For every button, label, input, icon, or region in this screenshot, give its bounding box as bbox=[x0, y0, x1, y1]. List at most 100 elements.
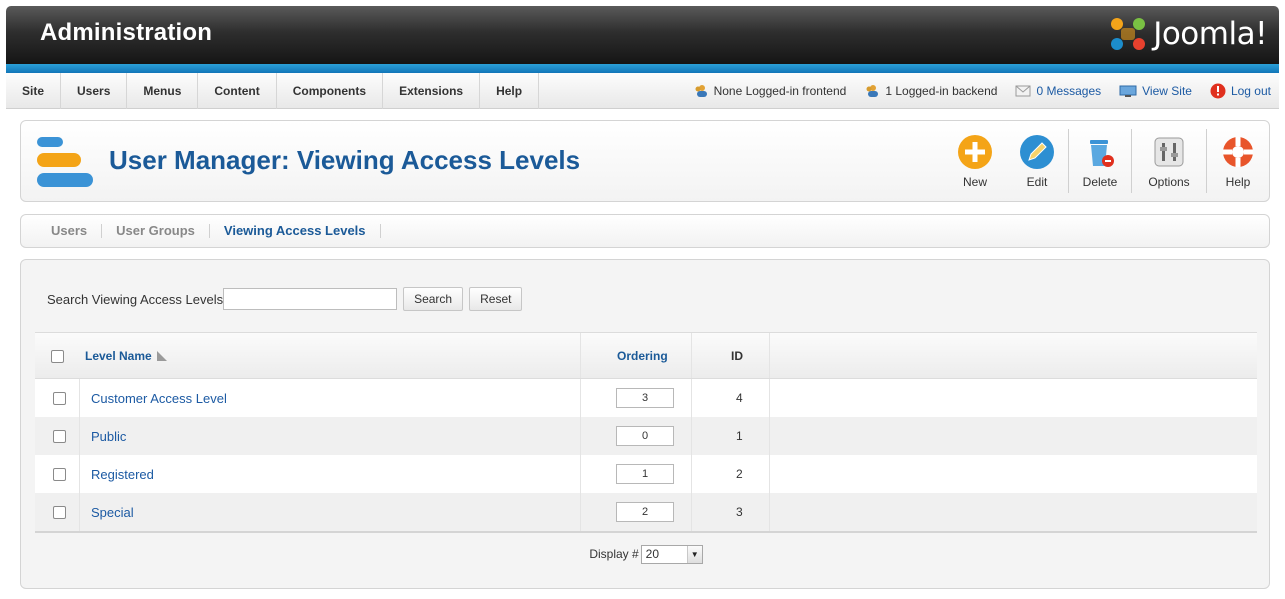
level-name-link[interactable]: Public bbox=[91, 429, 126, 444]
joomla-logo-text: Joomla! bbox=[1153, 16, 1267, 52]
display-limit-value: 20 bbox=[645, 547, 660, 561]
edit-label: Edit bbox=[1026, 175, 1048, 189]
display-label: Display # bbox=[589, 547, 639, 561]
select-all-checkbox[interactable] bbox=[51, 349, 64, 363]
level-name-header[interactable]: Level Name bbox=[85, 333, 169, 379]
ordering-input[interactable]: 2 bbox=[616, 502, 674, 522]
id-cell: 2 bbox=[736, 467, 743, 481]
tab-users[interactable]: Users bbox=[37, 224, 103, 238]
row-select-cell bbox=[53, 493, 66, 531]
row-select-cell bbox=[53, 455, 66, 493]
column-divider bbox=[580, 333, 581, 378]
id-cell: 1 bbox=[736, 429, 743, 443]
id-cell: 3 bbox=[736, 505, 743, 519]
options-icon bbox=[1150, 133, 1188, 171]
pencil-icon bbox=[1018, 133, 1056, 171]
access-levels-table: Level Name Ordering ID Customer Access L… bbox=[35, 332, 1257, 575]
toolbar-buttons: New Edit Delete Options Help bbox=[944, 125, 1269, 197]
column-divider bbox=[580, 379, 581, 417]
accent-strip bbox=[6, 64, 1279, 73]
column-divider bbox=[79, 379, 80, 417]
id-header[interactable]: ID bbox=[731, 333, 743, 379]
view-site-status[interactable]: View Site bbox=[1119, 84, 1192, 98]
menu-content[interactable]: Content bbox=[198, 73, 277, 109]
search-input[interactable] bbox=[223, 288, 398, 310]
ordering-input[interactable]: 0 bbox=[616, 426, 674, 446]
table-footer: Display # 20 ▼ bbox=[35, 531, 1257, 575]
table-row: Public 0 1 bbox=[35, 417, 1257, 455]
column-divider bbox=[580, 493, 581, 531]
menu-components[interactable]: Components bbox=[277, 73, 384, 109]
column-divider bbox=[691, 379, 692, 417]
reset-button[interactable]: Reset bbox=[469, 287, 523, 311]
help-lifebuoy-icon bbox=[1219, 133, 1257, 171]
options-button[interactable]: Options bbox=[1132, 125, 1206, 197]
messages-link[interactable]: 0 Messages bbox=[1036, 84, 1101, 98]
row-select-cell bbox=[53, 417, 66, 455]
backend-users-status: 1 Logged-in backend bbox=[864, 84, 997, 98]
id-cell: 4 bbox=[736, 391, 743, 405]
tab-viewing-access-levels[interactable]: Viewing Access Levels bbox=[210, 224, 381, 238]
level-name-link[interactable]: Registered bbox=[91, 467, 154, 482]
row-checkbox[interactable] bbox=[53, 505, 66, 519]
view-site-link[interactable]: View Site bbox=[1142, 84, 1192, 98]
table-header: Level Name Ordering ID bbox=[35, 333, 1257, 379]
menu-users[interactable]: Users bbox=[61, 73, 128, 109]
submenu-tabs: Users User Groups Viewing Access Levels bbox=[20, 214, 1270, 248]
ordering-header[interactable]: Ordering bbox=[617, 333, 668, 379]
column-divider bbox=[580, 417, 581, 455]
users-icon bbox=[695, 85, 707, 97]
column-divider bbox=[769, 417, 770, 455]
messages-status[interactable]: 0 Messages bbox=[1015, 84, 1101, 98]
search-label: Search Viewing Access Levels bbox=[47, 291, 224, 307]
table-row: Customer Access Level 3 4 bbox=[35, 379, 1257, 417]
users-icon bbox=[866, 85, 879, 97]
column-divider bbox=[691, 333, 692, 378]
menu-extensions[interactable]: Extensions bbox=[383, 73, 481, 109]
column-divider bbox=[691, 493, 692, 531]
logout-icon bbox=[1210, 83, 1226, 99]
row-checkbox[interactable] bbox=[53, 429, 66, 443]
column-divider bbox=[691, 417, 692, 455]
column-divider bbox=[691, 455, 692, 493]
ordering-input[interactable]: 1 bbox=[616, 464, 674, 484]
help-button[interactable]: Help bbox=[1207, 125, 1269, 197]
column-divider bbox=[769, 379, 770, 417]
column-divider bbox=[769, 333, 770, 378]
edit-button[interactable]: Edit bbox=[1006, 125, 1068, 197]
logout-link[interactable]: Log out bbox=[1231, 84, 1271, 98]
level-name-header-label: Level Name bbox=[85, 349, 152, 363]
joomla-logo-icon bbox=[1111, 18, 1146, 50]
column-divider bbox=[580, 455, 581, 493]
options-label: Options bbox=[1148, 175, 1190, 189]
logout-status[interactable]: Log out bbox=[1210, 83, 1271, 99]
new-button[interactable]: New bbox=[944, 125, 1006, 197]
column-divider bbox=[79, 417, 80, 455]
row-select-cell bbox=[53, 379, 66, 417]
level-name-cell: Public bbox=[91, 417, 126, 455]
menu-menus[interactable]: Menus bbox=[127, 73, 199, 109]
mail-icon bbox=[1015, 85, 1031, 97]
ordering-input[interactable]: 3 bbox=[616, 388, 674, 408]
plus-icon bbox=[956, 133, 994, 171]
trash-icon bbox=[1081, 133, 1119, 171]
dropdown-arrow-icon: ▼ bbox=[686, 545, 702, 563]
main-menu: Site Users Menus Content Components Exte… bbox=[6, 73, 540, 109]
header-title: Administration bbox=[40, 19, 213, 46]
main-panel: Search Viewing Access Levels Search Rese… bbox=[20, 259, 1270, 589]
menu-help[interactable]: Help bbox=[480, 73, 540, 109]
row-checkbox[interactable] bbox=[53, 467, 66, 481]
delete-button[interactable]: Delete bbox=[1069, 125, 1131, 197]
ordering-cell: 3 bbox=[616, 379, 674, 417]
menu-site[interactable]: Site bbox=[6, 73, 62, 109]
level-name-link[interactable]: Special bbox=[91, 505, 134, 520]
tab-user-groups[interactable]: User Groups bbox=[102, 224, 210, 238]
row-checkbox[interactable] bbox=[53, 391, 66, 405]
display-limit-select[interactable]: 20 ▼ bbox=[640, 544, 703, 564]
column-divider bbox=[769, 455, 770, 493]
search-button[interactable]: Search bbox=[403, 287, 464, 311]
joomla-logo[interactable]: Joomla! bbox=[1109, 16, 1267, 52]
level-name-link[interactable]: Customer Access Level bbox=[91, 391, 227, 406]
status-area: None Logged-in frontend 1 Logged-in back… bbox=[675, 73, 1271, 109]
level-name-cell: Registered bbox=[91, 455, 154, 493]
